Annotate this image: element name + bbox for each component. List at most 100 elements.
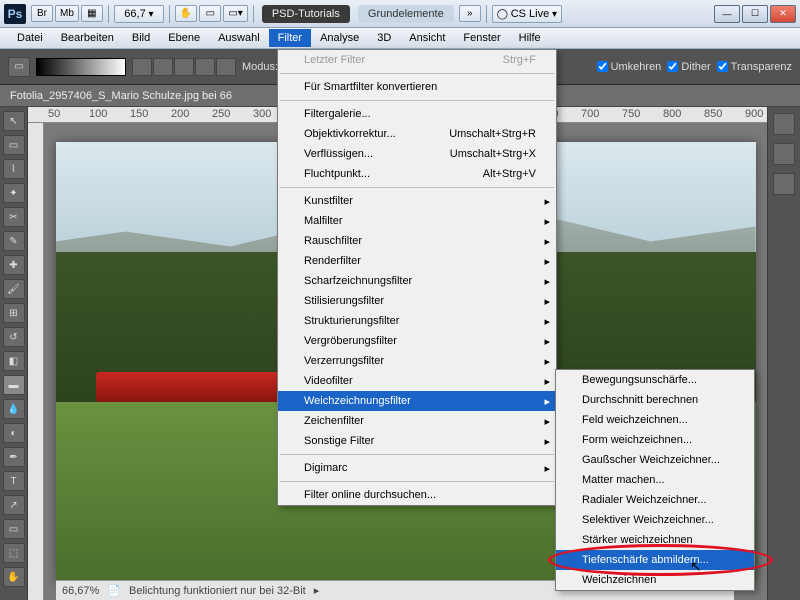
history-brush-tool[interactable]: ↺ (3, 327, 25, 347)
dither-checkbox[interactable]: Dither (667, 61, 710, 73)
status-message: Belichtung funktioniert nur bei 32-Bit (129, 585, 306, 597)
panel-dock (767, 107, 800, 600)
submenu-item[interactable]: Durchschnitt berechnen (556, 390, 754, 410)
submenu-item[interactable]: Tiefenschärfe abmildern... (556, 550, 754, 570)
more-workspaces[interactable]: » (459, 5, 481, 22)
menu-datei[interactable]: Datei (8, 29, 52, 47)
submenu-item[interactable]: Matter machen... (556, 470, 754, 490)
hand-tool[interactable]: ✋ (3, 567, 25, 587)
menu-filter[interactable]: Filter (269, 29, 311, 47)
path-tool[interactable]: ↗ (3, 495, 25, 515)
menu-item[interactable]: Rauschfilter▸ (278, 231, 556, 251)
cursor-icon: ↖ (690, 558, 702, 575)
gradient-type-buttons (132, 58, 236, 76)
layout-button[interactable]: ▦ (81, 5, 103, 22)
gradient-reflected[interactable] (195, 58, 215, 76)
view-button[interactable]: ▭ (199, 5, 221, 22)
submenu-item[interactable]: Feld weichzeichnen... (556, 410, 754, 430)
eyedropper-tool[interactable]: ✎ (3, 231, 25, 251)
stamp-tool[interactable]: ⊞ (3, 303, 25, 323)
submenu-item[interactable]: Radialer Weichzeichner... (556, 490, 754, 510)
menu-item: Letzter FilterStrg+F (278, 50, 556, 70)
reverse-checkbox[interactable]: Umkehren (597, 61, 662, 73)
workspace-dark[interactable]: PSD-Tutorials (262, 5, 350, 23)
menu-ansicht[interactable]: Ansicht (400, 29, 454, 47)
submenu-item[interactable]: Bewegungsunschärfe... (556, 370, 754, 390)
menu-hilfe[interactable]: Hilfe (510, 29, 550, 47)
submenu-item[interactable]: Form weichzeichnen... (556, 430, 754, 450)
menu-item[interactable]: Scharfzeichnungsfilter▸ (278, 271, 556, 291)
submenu-item[interactable]: Weichzeichnen (556, 570, 754, 590)
brush-tool[interactable]: 🖌 (3, 279, 25, 299)
eraser-tool[interactable]: ◧ (3, 351, 25, 371)
minimize-button[interactable]: — (714, 5, 740, 23)
minibridge-button[interactable]: Mb (55, 5, 79, 22)
cslive-button[interactable]: ◯ CS Live ▾ (492, 5, 562, 23)
type-tool[interactable]: T (3, 471, 25, 491)
menu-item[interactable]: Filtergalerie... (278, 104, 556, 124)
menu-item[interactable]: Für Smartfilter konvertieren (278, 77, 556, 97)
marquee-tool[interactable]: ▭ (3, 135, 25, 155)
screen-button[interactable]: ▭▾ (223, 5, 247, 22)
gradient-angle[interactable] (174, 58, 194, 76)
submenu-item[interactable]: Selektiver Weichzeichner... (556, 510, 754, 530)
tool-preset[interactable]: ▭ (8, 57, 30, 77)
panel-icon-1[interactable] (773, 113, 795, 135)
gradient-tool[interactable]: ▬ (3, 375, 25, 395)
menu-bild[interactable]: Bild (123, 29, 159, 47)
panel-icon-3[interactable] (773, 173, 795, 195)
bridge-button[interactable]: Br (31, 5, 53, 22)
close-button[interactable]: ✕ (770, 5, 796, 23)
menu-item[interactable]: Filter online durchsuchen... (278, 485, 556, 505)
menu-item[interactable]: Weichzeichnungsfilter▸ (278, 391, 556, 411)
blur-submenu: Bewegungsunschärfe...Durchschnitt berech… (555, 369, 755, 591)
pen-tool[interactable]: ✒ (3, 447, 25, 467)
menu-item[interactable]: Malfilter▸ (278, 211, 556, 231)
transparency-checkbox[interactable]: Transparenz (717, 61, 792, 73)
menu-item[interactable]: Zeichenfilter▸ (278, 411, 556, 431)
3d-tool[interactable]: ⬚ (3, 543, 25, 563)
status-zoom[interactable]: 66,67% (62, 585, 99, 597)
lasso-tool[interactable]: ⌇ (3, 159, 25, 179)
heal-tool[interactable]: ✚ (3, 255, 25, 275)
gradient-radial[interactable] (153, 58, 173, 76)
menu-analyse[interactable]: Analyse (311, 29, 368, 47)
hand-button[interactable]: ✋ (175, 5, 197, 22)
crop-tool[interactable]: ✂ (3, 207, 25, 227)
dodge-tool[interactable]: ◐ (3, 423, 25, 443)
app-logo: Ps (4, 4, 26, 24)
workspace-light[interactable]: Grundelemente (358, 5, 454, 23)
menu-3d[interactable]: 3D (368, 29, 400, 47)
menu-item[interactable]: Kunstfilter▸ (278, 191, 556, 211)
mode-label: Modus: (242, 61, 278, 73)
gradient-diamond[interactable] (216, 58, 236, 76)
move-tool[interactable]: ↖ (3, 111, 25, 131)
menu-item[interactable]: Objektivkorrektur...Umschalt+Strg+R (278, 124, 556, 144)
menu-bearbeiten[interactable]: Bearbeiten (52, 29, 123, 47)
panel-icon-2[interactable] (773, 143, 795, 165)
blur-tool[interactable]: 💧 (3, 399, 25, 419)
zoom-level[interactable]: 66,7 ▾ (114, 5, 164, 23)
menubar: DateiBearbeitenBildEbeneAuswahlFilterAna… (0, 28, 800, 49)
menu-item[interactable]: Vergröberungsfilter▸ (278, 331, 556, 351)
menu-item[interactable]: Verzerrungsfilter▸ (278, 351, 556, 371)
submenu-item[interactable]: Gaußscher Weichzeichner... (556, 450, 754, 470)
menu-item[interactable]: Verflüssigen...Umschalt+Strg+X (278, 144, 556, 164)
menu-item[interactable]: Digimarc▸ (278, 458, 556, 478)
menu-item[interactable]: Fluchtpunkt...Alt+Strg+V (278, 164, 556, 184)
menu-ebene[interactable]: Ebene (159, 29, 209, 47)
menu-item[interactable]: Stilisierungsfilter▸ (278, 291, 556, 311)
menu-item[interactable]: Strukturierungsfilter▸ (278, 311, 556, 331)
menu-fenster[interactable]: Fenster (454, 29, 509, 47)
menu-item[interactable]: Videofilter▸ (278, 371, 556, 391)
wand-tool[interactable]: ✦ (3, 183, 25, 203)
shape-tool[interactable]: ▭ (3, 519, 25, 539)
menu-item[interactable]: Renderfilter▸ (278, 251, 556, 271)
gradient-linear[interactable] (132, 58, 152, 76)
gradient-preview[interactable] (36, 58, 126, 76)
titlebar: Ps Br Mb ▦ 66,7 ▾ ✋ ▭ ▭▾ PSD-Tutorials G… (0, 0, 800, 28)
maximize-button[interactable]: ☐ (742, 5, 768, 23)
menu-auswahl[interactable]: Auswahl (209, 29, 269, 47)
menu-item[interactable]: Sonstige Filter▸ (278, 431, 556, 451)
submenu-item[interactable]: Stärker weichzeichnen (556, 530, 754, 550)
